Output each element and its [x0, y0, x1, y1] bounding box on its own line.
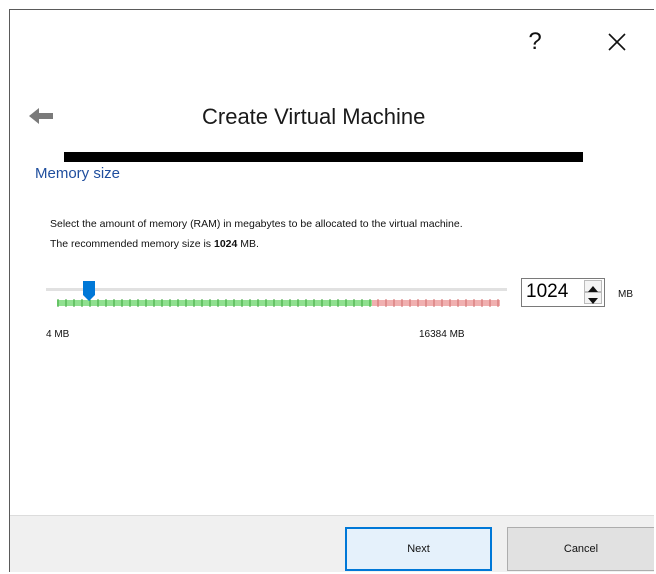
close-icon[interactable]: [602, 27, 632, 57]
chevron-down-icon[interactable]: [584, 292, 602, 304]
recommended-suffix: MB.: [237, 238, 259, 250]
safe-range-bar: [57, 300, 372, 306]
section-title: Memory size: [35, 165, 121, 182]
warning-range-bar: [372, 300, 500, 306]
memory-description: Select the amount of memory (RAM) in meg…: [50, 218, 463, 230]
recommended-prefix: The recommended memory size is: [50, 238, 214, 250]
memory-spinbox[interactable]: 1024: [521, 278, 605, 307]
wizard-progress-bar: [64, 152, 583, 162]
memory-value-input[interactable]: 1024: [526, 281, 568, 303]
recommended-value: 1024: [213, 238, 238, 250]
memory-slider-track[interactable]: [46, 288, 507, 291]
recommended-memory-text: The recommended memory size is 1024 MB.: [50, 238, 259, 250]
memory-slider-handle[interactable]: [82, 280, 96, 302]
dialog-title: Create Virtual Machine: [202, 104, 426, 129]
slider-min-label: 4 MB: [46, 329, 70, 340]
memory-unit-label: MB: [618, 289, 633, 300]
slider-max-label: 16384 MB: [419, 329, 465, 340]
chevron-up-icon[interactable]: [584, 280, 602, 292]
help-button[interactable]: ?: [520, 27, 550, 57]
create-vm-dialog: ? Create Virtual Machine Memory size Sel…: [9, 9, 654, 572]
dialog-footer: Next Cancel: [10, 515, 654, 572]
next-button[interactable]: Next: [345, 527, 492, 571]
memory-slider-ticks: [57, 299, 500, 307]
back-arrow-icon[interactable]: [27, 105, 57, 127]
cancel-button[interactable]: Cancel: [507, 527, 654, 571]
